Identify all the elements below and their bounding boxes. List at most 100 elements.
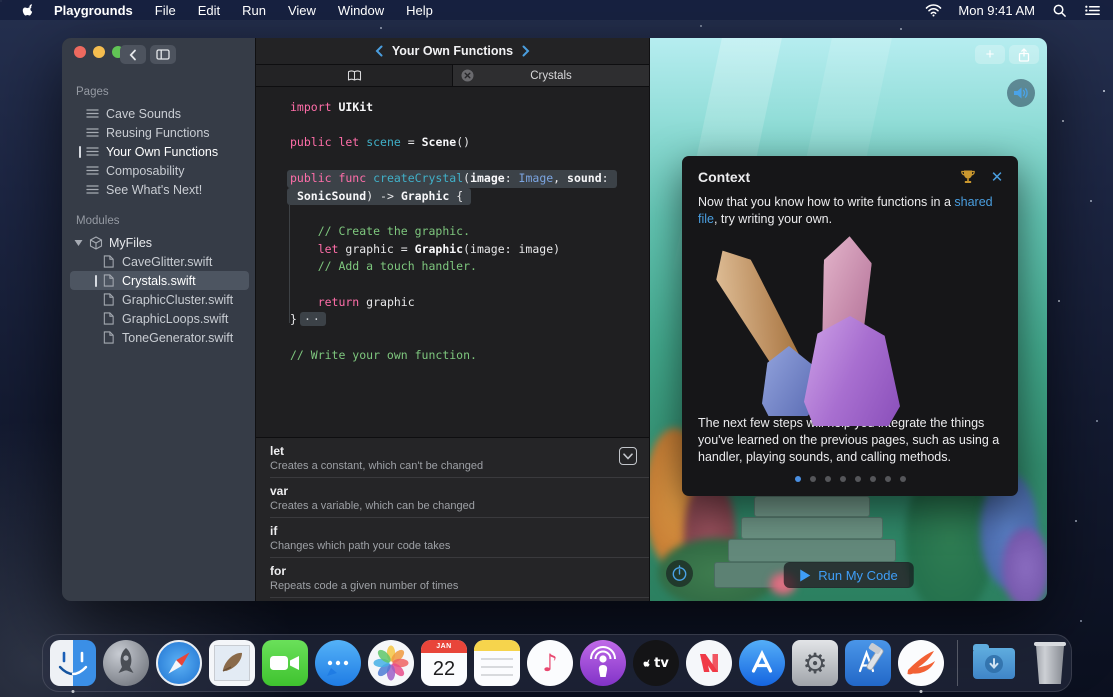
menu-app-name[interactable]: Playgrounds xyxy=(54,3,133,18)
trophy-icon[interactable] xyxy=(960,169,976,185)
close-window-button[interactable] xyxy=(74,46,86,58)
dock-mail-icon[interactable] xyxy=(209,640,255,686)
code-line[interactable] xyxy=(290,205,649,223)
menu-window[interactable]: Window xyxy=(338,3,384,18)
page-dot-4[interactable] xyxy=(855,476,861,482)
minimize-window-button[interactable] xyxy=(93,46,105,58)
disclosure-triangle-icon[interactable] xyxy=(74,238,83,247)
page-dot-7[interactable] xyxy=(900,476,906,482)
sidebar-file-crystals-swift[interactable]: Crystals.swift xyxy=(70,271,249,290)
run-my-code-button[interactable]: Run My Code xyxy=(783,562,913,588)
sidebar-file-caveglitter-swift[interactable]: CaveGlitter.swift xyxy=(62,252,255,271)
dock-settings-icon[interactable]: ⚙ xyxy=(792,640,838,686)
suggestion-var[interactable]: varCreates a variable, which can be chan… xyxy=(256,478,649,517)
close-tab-icon[interactable] xyxy=(461,69,474,82)
code-line[interactable]: // Add a touch handler. xyxy=(290,258,649,276)
module-root-label: MyFiles xyxy=(109,236,152,250)
sound-button[interactable] xyxy=(1007,79,1035,107)
code-line[interactable] xyxy=(290,152,649,170)
share-button[interactable] xyxy=(1009,45,1039,64)
dock-downloads-icon[interactable] xyxy=(971,640,1017,686)
code-line[interactable]: let graphic = Graphic(image: image) xyxy=(290,241,649,259)
dock-launchpad-icon[interactable] xyxy=(103,640,149,686)
dock-notes-icon[interactable] xyxy=(474,640,520,686)
page-dot-0[interactable] xyxy=(795,476,801,482)
dock-safari-icon[interactable] xyxy=(156,640,202,686)
suggestion-description: Repeats code a given number of times xyxy=(270,580,603,592)
code-line[interactable] xyxy=(290,117,649,135)
suggestion-for[interactable]: forRepeats code a given number of times xyxy=(256,558,649,597)
tab-crystals[interactable]: Crystals xyxy=(453,65,649,86)
dock-messages-icon[interactable] xyxy=(315,640,361,686)
code-line[interactable] xyxy=(290,276,649,294)
sidebar-file-graphicloops-swift[interactable]: GraphicLoops.swift xyxy=(62,309,255,328)
dock-xcode-icon[interactable] xyxy=(845,640,891,686)
tab-title: Crystals xyxy=(530,70,572,82)
dock-facetime-icon[interactable] xyxy=(262,640,308,686)
wifi-icon[interactable] xyxy=(925,3,942,18)
previous-page-icon[interactable] xyxy=(375,45,383,57)
sidebar-item-myfiles[interactable]: MyFiles xyxy=(62,233,255,252)
calendar-month: JAN xyxy=(421,640,467,653)
sidebar-item-cave-sounds[interactable]: Cave Sounds xyxy=(62,104,255,123)
page-dot-1[interactable] xyxy=(810,476,816,482)
dock-photos-icon[interactable] xyxy=(368,640,414,686)
code-line[interactable]: }·· xyxy=(290,311,649,329)
control-center-icon[interactable] xyxy=(1084,3,1101,18)
code-line[interactable]: SonicSound) -> Graphic { xyxy=(287,188,471,206)
menu-view[interactable]: View xyxy=(288,3,316,18)
dock-tv-icon[interactable]: tv xyxy=(633,640,679,686)
suggestion-while[interactable]: while xyxy=(256,598,649,601)
sidebar-item-composability[interactable]: Composability xyxy=(62,161,255,180)
apple-logo-icon[interactable] xyxy=(22,3,36,18)
dock-calendar-icon[interactable]: JAN22 xyxy=(421,640,467,686)
sidebar-item-see-what-s-next-[interactable]: See What's Next! xyxy=(62,180,255,199)
next-page-icon[interactable] xyxy=(522,45,530,57)
sidebar-item-reusing-functions[interactable]: Reusing Functions xyxy=(62,123,255,142)
tab-book[interactable] xyxy=(256,65,453,86)
close-popup-button[interactable]: ✕ xyxy=(990,168,1004,186)
music-note-glyph: ♪ xyxy=(527,640,573,686)
speed-control-button[interactable] xyxy=(666,560,693,587)
page-dot-3[interactable] xyxy=(840,476,846,482)
code-line[interactable]: public func createCrystal(image: Image, … xyxy=(287,170,617,188)
page-dot-6[interactable] xyxy=(885,476,891,482)
code-line[interactable]: return graphic xyxy=(290,294,649,312)
menu-run[interactable]: Run xyxy=(242,3,266,18)
coral-purple xyxy=(1002,528,1047,601)
code-line[interactable]: public let scene = Scene() xyxy=(290,134,649,152)
editor-tab-bar: Crystals xyxy=(256,65,649,87)
menu-bar: Playgrounds File Edit Run View Window Help Mo… xyxy=(0,0,1113,20)
page-dot-5[interactable] xyxy=(870,476,876,482)
code-editor[interactable]: import UIKit public let scene = Scene() … xyxy=(256,87,649,437)
code-line[interactable]: // Create the graphic. xyxy=(290,223,649,241)
dock-trash-icon[interactable] xyxy=(1027,640,1073,686)
dock-news-icon[interactable] xyxy=(686,640,732,686)
menu-help[interactable]: Help xyxy=(406,3,433,18)
back-button[interactable] xyxy=(120,45,146,64)
dock-music-icon[interactable]: ♪ xyxy=(527,640,573,686)
sidebar-item-your-own-functions[interactable]: Your Own Functions xyxy=(62,142,255,161)
dock-podcasts-icon[interactable] xyxy=(580,640,626,686)
dock-swift-playgrounds-icon[interactable] xyxy=(898,640,944,686)
dock-appstore-icon[interactable] xyxy=(739,640,785,686)
code-line[interactable]: // Write your own function. xyxy=(290,347,649,365)
page-dot-2[interactable] xyxy=(825,476,831,482)
search-icon[interactable] xyxy=(1051,3,1068,18)
dock-finder-icon[interactable] xyxy=(50,640,96,686)
suggestion-if[interactable]: ifChanges which path your code takes xyxy=(256,518,649,557)
menu-clock[interactable]: Mon 9:41 AM xyxy=(958,3,1035,18)
menu-edit[interactable]: Edit xyxy=(198,3,220,18)
sidebar-file-graphiccluster-swift[interactable]: GraphicCluster.swift xyxy=(62,290,255,309)
page-dots[interactable] xyxy=(682,466,1018,496)
menu-file[interactable]: File xyxy=(155,3,176,18)
sidebar-file-tonegenerator-swift[interactable]: ToneGenerator.swift xyxy=(62,328,255,347)
book-icon xyxy=(347,69,362,82)
add-button[interactable]: + xyxy=(975,45,1005,64)
code-line[interactable] xyxy=(290,329,649,347)
expand-suggestions-button[interactable] xyxy=(619,447,637,465)
sidebar-toggle-button[interactable] xyxy=(150,45,176,64)
code-line[interactable]: import UIKit xyxy=(290,99,649,117)
chevron-left-icon xyxy=(129,49,137,61)
suggestion-let[interactable]: letCreates a constant, which can't be ch… xyxy=(256,438,649,477)
